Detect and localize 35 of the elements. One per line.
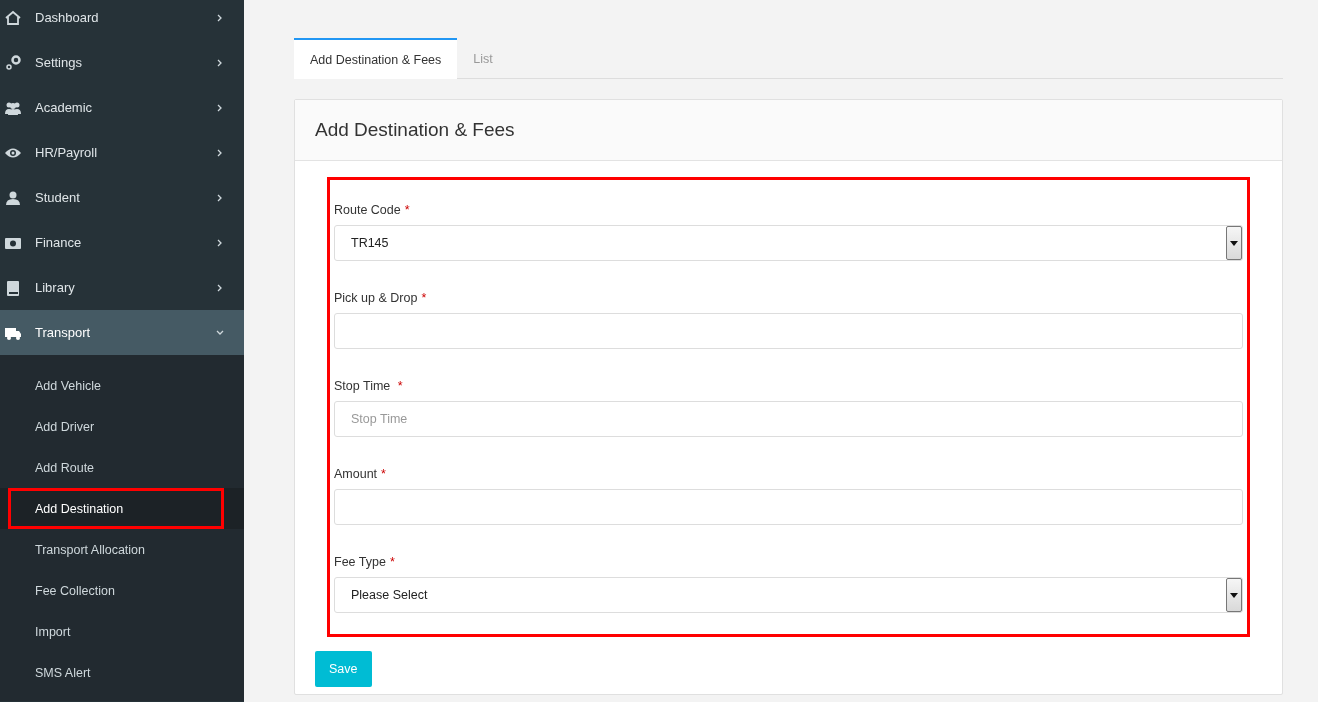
select-field[interactable]: TR145 bbox=[334, 225, 1243, 261]
gears-icon bbox=[4, 53, 22, 72]
tab[interactable]: Add Destination & Fees bbox=[294, 38, 458, 79]
sidebar-subitem[interactable]: Add Vehicle bbox=[0, 365, 244, 406]
field-label: Pick up & Drop bbox=[334, 291, 418, 305]
sidebar-item[interactable]: Academic bbox=[0, 85, 244, 130]
sidebar-subitem[interactable]: Add Destination bbox=[0, 488, 244, 529]
field-label: Amount bbox=[334, 467, 378, 481]
sidebar-subitem[interactable]: Add Route bbox=[0, 447, 244, 488]
field-label: Fee Type bbox=[334, 555, 386, 569]
panel-title: Add Destination & Fees bbox=[295, 100, 1282, 161]
sidebar-item[interactable]: Transport bbox=[0, 310, 244, 355]
sidebar-subitem[interactable]: Import bbox=[0, 611, 244, 652]
required-mark: * bbox=[404, 203, 410, 217]
required-mark: * bbox=[381, 467, 386, 481]
input-field[interactable] bbox=[334, 313, 1243, 349]
required-mark: * bbox=[397, 379, 403, 393]
input-field[interactable] bbox=[334, 489, 1243, 525]
sidebar-item[interactable]: HR/Payroll bbox=[0, 130, 244, 175]
sidebar-item[interactable]: Finance bbox=[0, 220, 244, 265]
sidebar-subitem[interactable]: Transport Allocation bbox=[0, 529, 244, 570]
sidebar-item[interactable]: Dashboard bbox=[0, 0, 244, 40]
field-label: Stop Time bbox=[334, 379, 392, 393]
sidebar-item[interactable]: Settings bbox=[0, 40, 244, 85]
book-icon bbox=[4, 278, 22, 297]
required-mark: * bbox=[389, 555, 395, 569]
field-label: Route Code bbox=[334, 203, 401, 217]
select-field[interactable]: Please Select bbox=[334, 577, 1243, 613]
sidebar-subitem[interactable]: SMS Alert bbox=[0, 652, 244, 693]
sidebar-subitem[interactable]: Add Driver bbox=[0, 406, 244, 447]
sidebar-subitem[interactable]: Fee Collection bbox=[0, 570, 244, 611]
required-mark: * bbox=[421, 291, 427, 305]
sidebar-item[interactable]: Student bbox=[0, 175, 244, 220]
sidebar-item[interactable]: Library bbox=[0, 265, 244, 310]
home-icon bbox=[4, 8, 22, 27]
